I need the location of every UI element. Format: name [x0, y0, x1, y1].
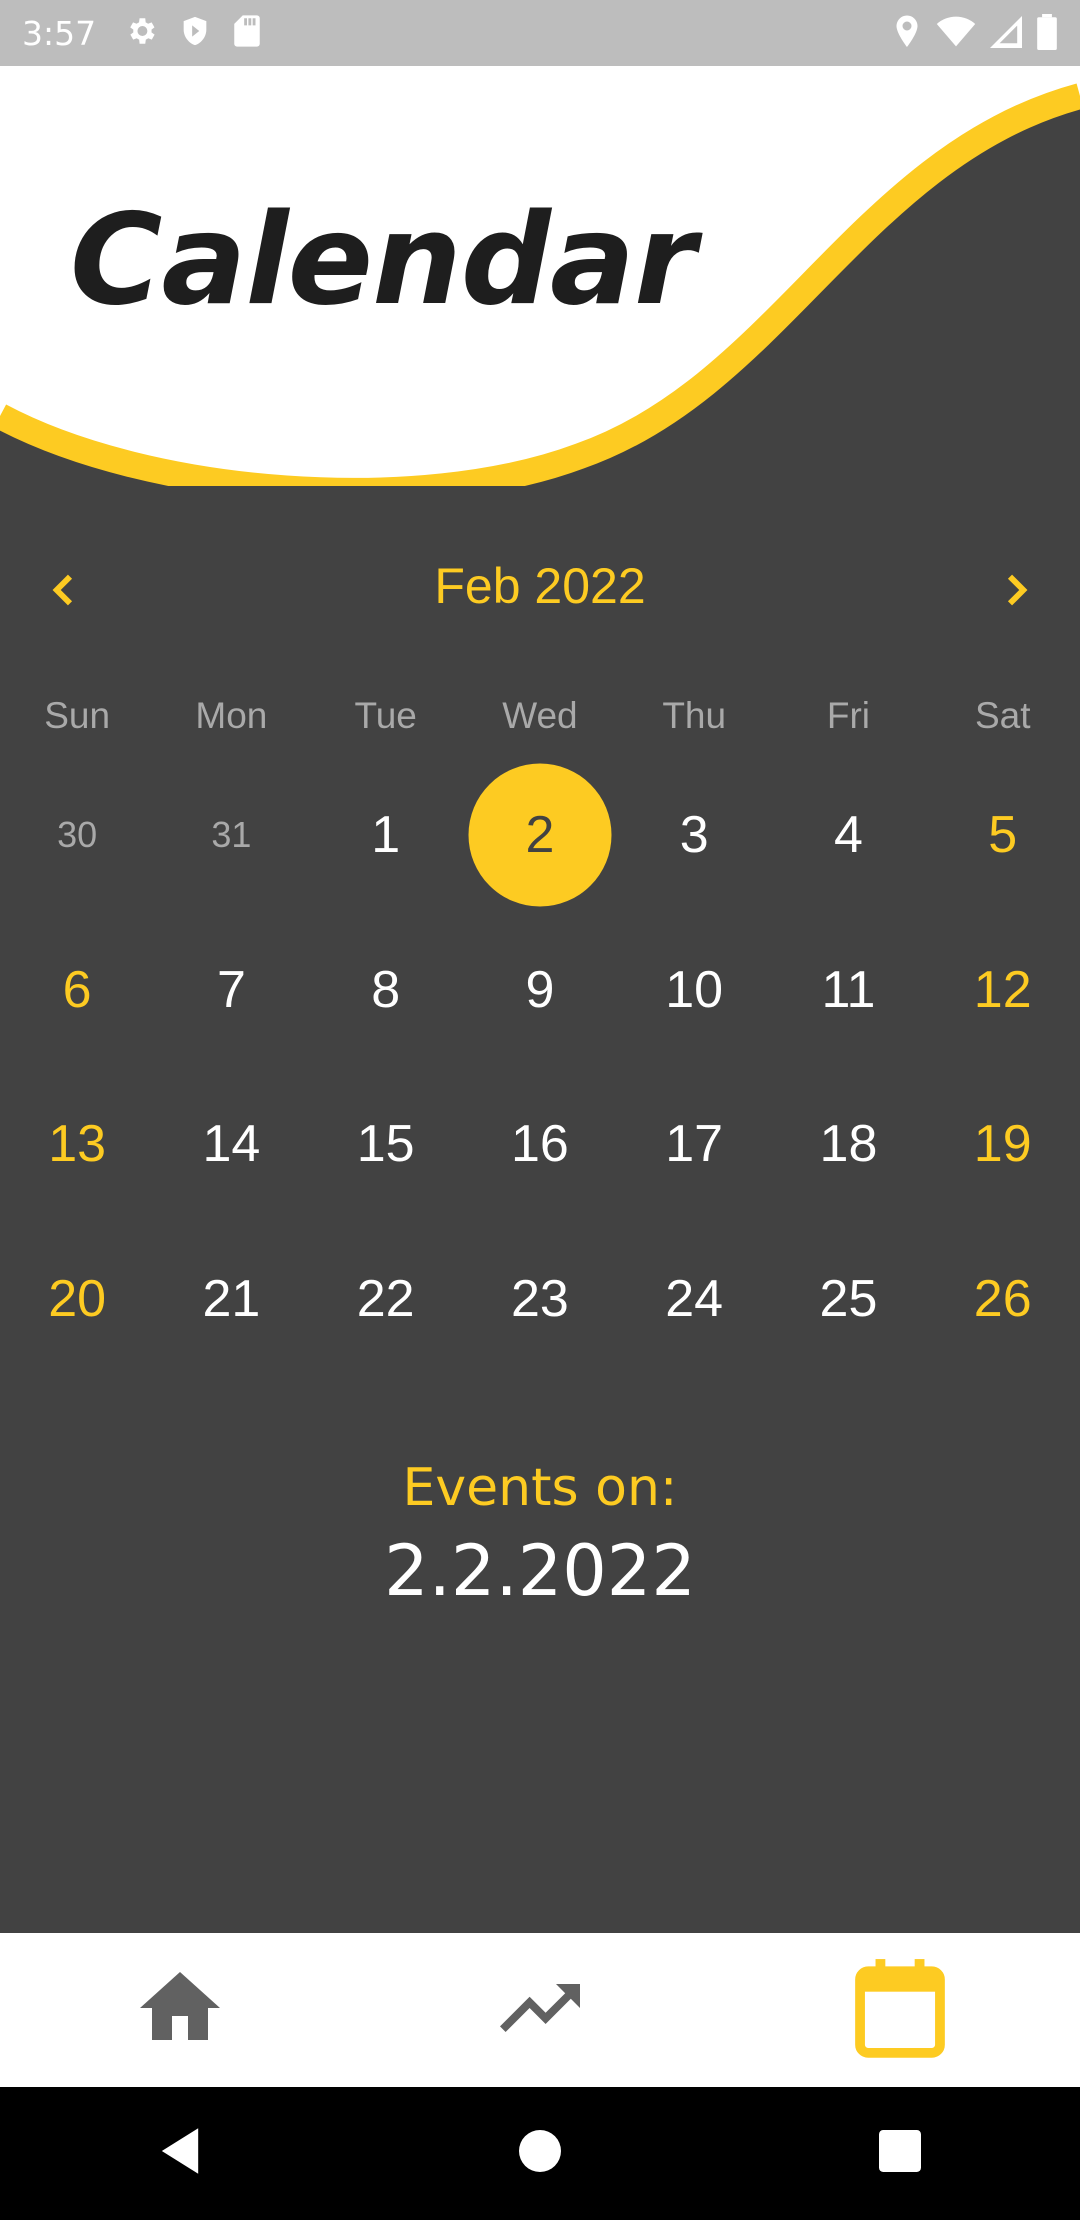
calendar-day-number: 6	[62, 960, 92, 1019]
events-label: Events on:	[402, 1458, 678, 1518]
calendar-day-number: 19	[973, 1115, 1032, 1174]
calendar-day[interactable]: 6	[0, 913, 154, 1068]
calendar-day-selected[interactable]: 2	[463, 758, 617, 913]
calendar-day[interactable]: 20	[0, 1222, 154, 1377]
calendar-day-number: 7	[216, 960, 246, 1019]
calendar-day[interactable]: 16	[463, 1067, 617, 1222]
calendar-day[interactable]: 4	[771, 758, 925, 913]
weekday-label: Tue	[354, 695, 417, 736]
calendar-day-number: 22	[356, 1269, 415, 1328]
calendar-day[interactable]: 13	[0, 1067, 154, 1222]
nav-calendar-button[interactable]	[720, 1933, 1080, 2087]
calendar-day[interactable]: 22	[309, 1222, 463, 1377]
calendar-day-number: 30	[57, 814, 98, 856]
calendar-day-grid: 30 31 1 2 3 4 5 6 7 8 9 10 11 12 13 14 15 16 17 18 19 20 21 22 2…	[0, 758, 1080, 1376]
calendar-day[interactable]: 9	[463, 913, 617, 1068]
nav-trending-button[interactable]	[360, 1933, 720, 2087]
calendar-day-number: 23	[511, 1269, 569, 1328]
calendar-day[interactable]: 18	[771, 1067, 925, 1222]
calendar-day-number: 5	[988, 806, 1018, 865]
status-time: 3:57	[22, 13, 97, 53]
calendar-day-number: 10	[665, 960, 724, 1019]
calendar-day[interactable]: 31	[154, 758, 308, 913]
calendar-day-number: 31	[211, 814, 252, 856]
wifi-icon	[936, 16, 976, 53]
status-icons-left	[124, 14, 262, 53]
calendar-day-number: 9	[525, 960, 555, 1019]
calendar-day-number: 2	[525, 806, 555, 865]
calendar-day-number: 18	[819, 1115, 878, 1174]
shield-icon	[178, 14, 212, 53]
calendar-day[interactable]: 8	[309, 913, 463, 1068]
system-navigation-bar	[0, 2087, 1080, 2220]
calendar-day-number: 1	[371, 806, 401, 865]
weekday-label: Sun	[44, 695, 111, 736]
calendar-day[interactable]: 15	[309, 1067, 463, 1222]
bottom-navigation	[0, 1933, 1080, 2087]
weekday-header-row: Sun Mon Tue Wed Thu Fri Sat	[0, 695, 1080, 737]
calendar-day-number: 20	[48, 1269, 107, 1328]
calendar-day-number: 25	[819, 1269, 878, 1328]
chevron-right-icon	[995, 570, 1035, 615]
calendar-day[interactable]: 30	[0, 758, 154, 913]
calendar-day[interactable]: 23	[463, 1222, 617, 1377]
status-bar: 3:57	[0, 0, 1080, 66]
calendar-day[interactable]: 14	[154, 1067, 308, 1222]
month-navigation: Feb 2022	[0, 545, 1080, 635]
battery-icon	[1036, 14, 1058, 55]
calendar-day[interactable]: 1	[309, 758, 463, 913]
calendar-day-number: 4	[834, 806, 863, 865]
system-back-button[interactable]	[120, 2094, 240, 2214]
cell-signal-icon	[990, 16, 1022, 53]
system-home-button[interactable]	[480, 2094, 600, 2214]
calendar-day-number: 26	[973, 1269, 1032, 1328]
calendar-day[interactable]: 7	[154, 913, 308, 1068]
calendar-day[interactable]: 10	[617, 913, 771, 1068]
events-date: 2.2.2022	[384, 1530, 696, 1612]
calendar-day[interactable]: 26	[926, 1222, 1080, 1377]
back-icon	[157, 2126, 203, 2181]
calendar-day[interactable]: 17	[617, 1067, 771, 1222]
weekday-label: Wed	[502, 695, 578, 736]
month-label: Feb 2022	[434, 558, 646, 614]
calendar-day-number: 11	[821, 960, 876, 1019]
trending-up-icon	[492, 1960, 588, 2061]
calendar-day[interactable]: 3	[617, 758, 771, 913]
calendar-day-number: 15	[356, 1115, 415, 1174]
calendar-day[interactable]: 21	[154, 1222, 308, 1377]
header: Calendar	[0, 66, 1080, 486]
weekday-label: Thu	[662, 695, 727, 736]
status-icons-right	[892, 14, 1058, 55]
calendar-day-number: 3	[679, 806, 709, 865]
weekday-label: Mon	[195, 695, 268, 736]
page-title: Calendar	[70, 186, 696, 333]
calendar-day-number: 21	[202, 1269, 261, 1328]
sd-card-icon	[232, 14, 262, 53]
settings-icon	[124, 14, 158, 53]
calendar-day[interactable]: 19	[926, 1067, 1080, 1222]
calendar-day-number: 12	[973, 960, 1032, 1019]
calendar-day-number: 24	[665, 1269, 724, 1328]
calendar-day[interactable]: 25	[771, 1222, 925, 1377]
calendar-day[interactable]: 11	[771, 913, 925, 1068]
location-icon	[892, 14, 922, 55]
calendar-day-number: 13	[48, 1115, 107, 1174]
recents-icon	[879, 2130, 921, 2177]
weekday-label: Fri	[826, 695, 871, 736]
calendar-day[interactable]: 24	[617, 1222, 771, 1377]
calendar-day[interactable]: 5	[926, 758, 1080, 913]
calendar-day[interactable]: 12	[926, 913, 1080, 1068]
next-month-button[interactable]	[980, 557, 1050, 627]
home-circle-icon	[519, 2130, 561, 2177]
calendar-icon	[850, 1955, 950, 2066]
calendar-day-number: 17	[665, 1115, 724, 1174]
nav-home-button[interactable]	[0, 1933, 360, 2087]
calendar-day-number: 8	[371, 960, 401, 1019]
weekday-label: Sat	[974, 695, 1031, 736]
calendar-day-number: 14	[202, 1115, 261, 1174]
system-recents-button[interactable]	[840, 2094, 960, 2214]
calendar-day-number: 16	[511, 1115, 569, 1174]
home-icon	[132, 1960, 228, 2061]
